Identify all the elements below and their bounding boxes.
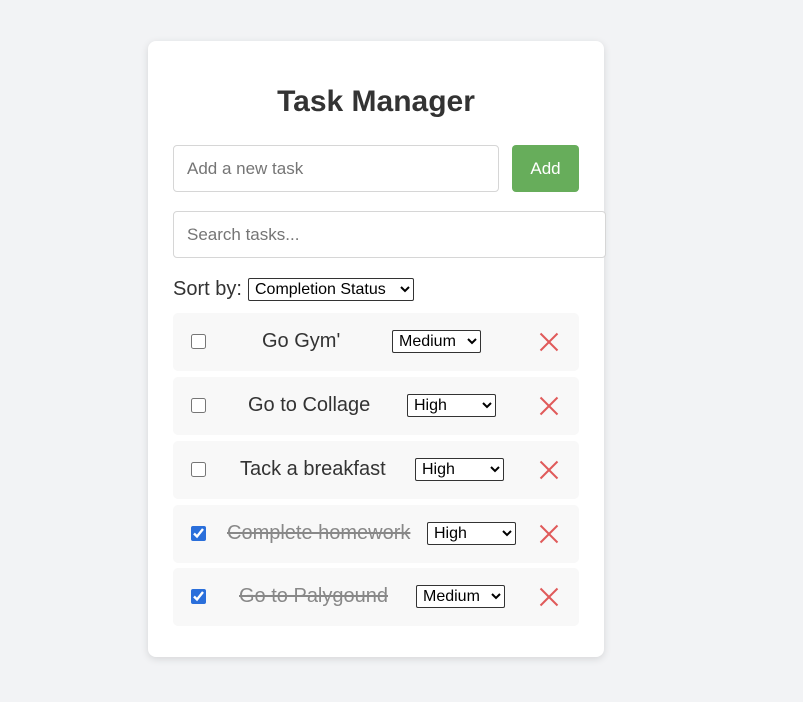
task-checkbox[interactable] [191,462,206,477]
task-item: Go to Collage High [173,377,579,435]
search-input[interactable] [173,211,606,258]
add-task-button[interactable]: Add [512,145,579,192]
task-text: Go to Collage [248,394,371,416]
task-text: Tack a breakfast [240,458,386,480]
task-checkbox[interactable] [191,398,206,413]
task-manager-card: Task Manager Add Sort by: Completion Sta… [148,41,606,657]
task-checkbox[interactable] [191,526,206,541]
priority-select[interactable]: High [415,458,504,481]
task-text: Go to Palygound [239,585,388,607]
task-text: Go Gym' [262,330,341,352]
sort-select[interactable]: Completion Status [248,278,414,301]
priority-select[interactable]: Medium [392,330,481,353]
close-icon[interactable] [539,524,559,544]
new-task-input[interactable] [173,145,499,192]
task-item: Go to Palygound Medium [173,568,579,626]
priority-select[interactable]: High [427,522,516,545]
close-icon[interactable] [539,587,559,607]
close-icon[interactable] [539,332,559,352]
task-checkbox[interactable] [191,589,206,604]
task-item: Complete homework High [173,505,579,563]
task-text: Complete homework [227,522,411,544]
page-title: Task Manager [277,85,475,118]
close-icon[interactable] [539,396,559,416]
task-checkbox[interactable] [191,334,206,349]
sort-label: Sort by: [173,278,242,300]
task-item: Go Gym' Medium [173,313,579,371]
task-item: Tack a breakfast High [173,441,579,499]
priority-select[interactable]: Medium [416,585,505,608]
close-icon[interactable] [539,460,559,480]
priority-select[interactable]: High [407,394,496,417]
